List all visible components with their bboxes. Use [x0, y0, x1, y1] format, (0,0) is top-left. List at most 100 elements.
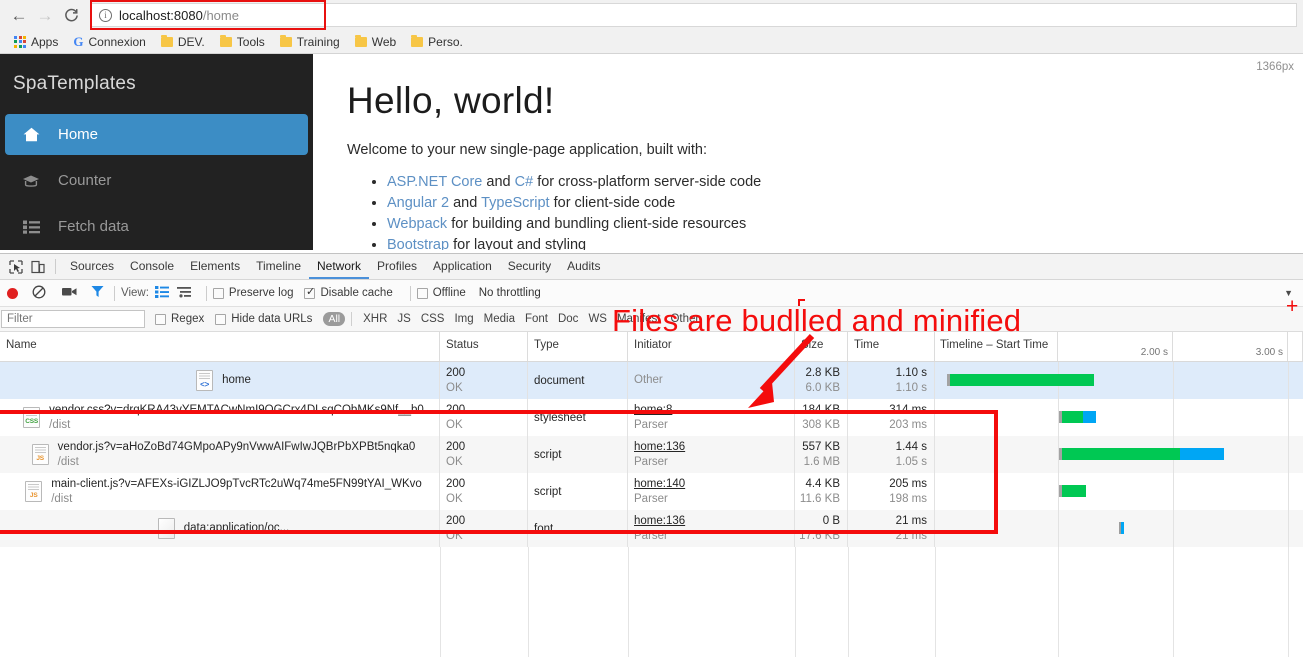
bookmark-perso[interactable]: Perso.	[405, 33, 469, 51]
bookmark-tools[interactable]: Tools	[214, 33, 271, 51]
cell-name[interactable]: <> home	[0, 362, 440, 399]
page-title: Hello, world!	[347, 80, 555, 121]
initiator-link[interactable]: home:136	[634, 514, 794, 529]
sidebar-item-counter[interactable]: Counter	[5, 160, 308, 201]
bookmark-connexion[interactable]: G Connexion	[67, 32, 152, 52]
site-info-icon[interactable]: i	[99, 8, 112, 22]
folder-icon	[354, 34, 367, 47]
table-row[interactable]: <> home 200 OK document Other 2.8 KB 6.0…	[0, 362, 1303, 399]
tab-application[interactable]: Application	[425, 254, 500, 279]
sidebar-item-home[interactable]: Home	[5, 114, 308, 155]
cell-name[interactable]: JS main-client.js?v=AFEXs-iGIZLJO9pTvcRT…	[0, 473, 440, 510]
bookmark-apps[interactable]: Apps	[8, 33, 64, 51]
table-row[interactable]: JS vendor.js?v=aHoZoBd74GMpoAPy9nVwwAIFw…	[0, 436, 1303, 473]
filter-input[interactable]	[1, 310, 145, 328]
tab-elements[interactable]: Elements	[182, 254, 248, 279]
filter-type-img[interactable]: Img	[449, 313, 478, 325]
link-aspnet-core[interactable]: ASP.NET Core	[387, 174, 482, 190]
inspect-element-icon[interactable]	[5, 256, 27, 278]
column-header-type[interactable]: Type	[528, 332, 628, 361]
filter-type-font[interactable]: Font	[520, 313, 553, 325]
bookmark-training[interactable]: Training	[274, 33, 346, 51]
chevron-down-icon[interactable]: ▼	[1284, 288, 1293, 298]
clear-icon[interactable]	[32, 285, 46, 302]
bookmark-web[interactable]: Web	[349, 33, 402, 51]
initiator-link[interactable]: home:140	[634, 477, 794, 492]
device-toolbar-icon[interactable]	[27, 256, 49, 278]
back-button[interactable]: ←	[6, 2, 32, 28]
filter-type-js[interactable]: JS	[392, 313, 415, 325]
filter-type-doc[interactable]: Doc	[553, 313, 583, 325]
link-webpack[interactable]: Webpack	[387, 216, 447, 232]
request-name: main-client.js?v=AFEXs-iGIZLJO9pTvcRTc2u…	[51, 477, 422, 490]
network-request-table[interactable]: Name Status Type Initiator Size Time Tim…	[0, 332, 1303, 663]
cell-time: 314 ms 203 ms	[848, 399, 935, 436]
tab-timeline[interactable]: Timeline	[248, 254, 309, 279]
cell-name[interactable]: JS vendor.js?v=aHoZoBd74GMpoAPy9nVwwAIFw…	[0, 436, 440, 473]
column-header-initiator[interactable]: Initiator	[628, 332, 795, 361]
camera-icon[interactable]	[62, 286, 77, 300]
record-button[interactable]	[7, 287, 18, 299]
preserve-log-checkbox[interactable]: Preserve log	[212, 287, 293, 299]
timeline-bar	[1059, 485, 1086, 497]
hide-data-urls-checkbox[interactable]: Hide data URLs	[215, 313, 312, 325]
tab-console[interactable]: Console	[122, 254, 182, 279]
forward-button[interactable]: →	[32, 2, 58, 28]
tick-label: 3.00 s	[1255, 347, 1283, 358]
table-row[interactable]: JS main-client.js?v=AFEXs-iGIZLJO9pTvcRT…	[0, 473, 1303, 510]
checkbox-box[interactable]	[215, 313, 227, 325]
reload-icon[interactable]	[58, 2, 84, 28]
link-bootstrap[interactable]: Bootstrap	[387, 237, 449, 250]
list-view-icon[interactable]	[154, 285, 169, 301]
address-bar-wrapper[interactable]: i localhost:8080 /home	[90, 0, 1297, 30]
tab-security[interactable]: Security	[500, 254, 559, 279]
checkbox-box[interactable]	[212, 287, 224, 299]
cell-status: 200 OK	[440, 362, 528, 399]
cell-name[interactable]: CSS vendor.css?v=drqKRA43vYEMTACwNmI9OGC…	[0, 399, 440, 436]
waterfall-view-icon[interactable]	[176, 286, 192, 301]
column-header-name[interactable]: Name	[0, 332, 440, 361]
filter-type-other[interactable]: Other	[665, 313, 704, 325]
address-bar[interactable]: i localhost:8080 /home	[90, 3, 1297, 27]
filter-type-manifest[interactable]: Manifest	[612, 313, 665, 325]
tab-profiles[interactable]: Profiles	[369, 254, 425, 279]
column-header-size[interactable]: Size	[795, 332, 848, 361]
checkbox-box[interactable]	[304, 286, 316, 299]
funnel-icon[interactable]	[91, 285, 104, 301]
bookmark-dev[interactable]: DEV.	[155, 33, 211, 51]
offline-checkbox[interactable]: Offline	[416, 287, 466, 299]
resource-type: script	[534, 448, 562, 461]
checkbox-box[interactable]	[416, 287, 428, 299]
table-row[interactable]: data:application/oc... 200 OK font home:…	[0, 510, 1303, 547]
disable-cache-checkbox[interactable]: Disable cache	[304, 286, 393, 299]
size-transferred: 17.6 KB	[799, 529, 840, 542]
timeline-tick-2s: 2.00 s	[1058, 332, 1173, 361]
filter-type-xhr[interactable]: XHR	[358, 313, 392, 325]
filter-type-css[interactable]: CSS	[416, 313, 450, 325]
cell-name[interactable]: data:application/oc...	[0, 510, 440, 547]
filter-type-all[interactable]: All	[323, 312, 346, 326]
tab-network[interactable]: Network	[309, 254, 370, 279]
link-typescript[interactable]: TypeScript	[481, 195, 550, 211]
spa-brand[interactable]: SpaTemplates	[0, 54, 313, 114]
column-header-time[interactable]: Time	[848, 332, 935, 361]
timeline-ruler[interactable]: Timeline – Start Time 2.00 s 3.00 s	[935, 332, 1303, 361]
initiator-type: Parser	[634, 418, 668, 431]
sidebar-item-fetch-data[interactable]: Fetch data	[5, 206, 308, 247]
link-angular2[interactable]: Angular 2	[387, 195, 449, 211]
regex-checkbox[interactable]: Regex	[155, 313, 204, 325]
checkbox-box[interactable]	[155, 313, 166, 325]
tab-audits[interactable]: Audits	[559, 254, 608, 279]
column-header-status[interactable]: Status	[440, 332, 528, 361]
filter-type-ws[interactable]: WS	[583, 313, 612, 325]
link-csharp[interactable]: C#	[515, 174, 534, 190]
list-item: Webpack for building and bundling client…	[387, 214, 1303, 235]
initiator-link[interactable]: home:8	[634, 403, 794, 418]
initiator-link[interactable]: home:136	[634, 440, 794, 455]
feature-mid: and	[449, 195, 482, 212]
filter-type-media[interactable]: Media	[479, 313, 520, 325]
size-value: 2.8 KB	[805, 366, 840, 379]
tab-sources[interactable]: Sources	[62, 254, 122, 279]
throttling-select-value[interactable]: No throttling	[479, 287, 541, 299]
table-row[interactable]: CSS vendor.css?v=drqKRA43vYEMTACwNmI9OGC…	[0, 399, 1303, 436]
